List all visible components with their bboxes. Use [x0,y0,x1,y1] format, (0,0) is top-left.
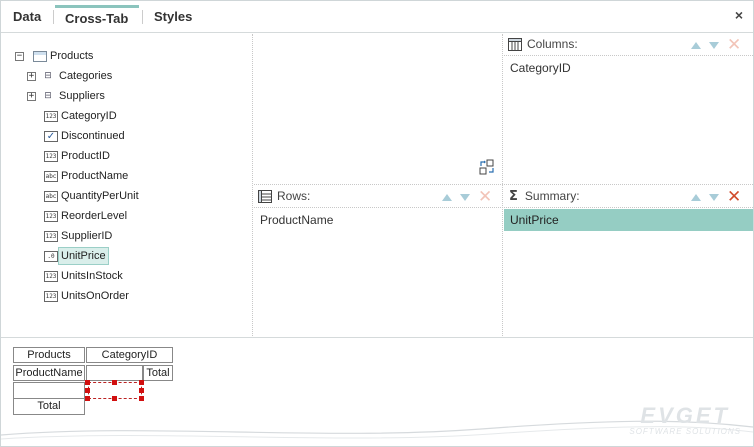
panel-divider [254,184,753,185]
rows-panel-tools: ✕ [442,189,492,206]
move-up-icon[interactable] [691,41,701,49]
tree-field-discontinued[interactable]: ✓ Discontinued [44,128,125,144]
numeric-field-icon: 123 [44,150,58,162]
move-down-icon[interactable] [709,193,719,201]
string-field-icon: abc [44,190,58,202]
tree-field-label: UnitsOnOrder [61,290,129,302]
columns-icon [508,37,522,51]
tree-field-label: SupplierID [61,230,113,242]
numeric-field-icon: 123 [44,270,58,282]
watermark-logo: EVGET SOFTWARE SOLUTIONS [629,403,741,437]
resize-handle[interactable] [139,380,144,385]
preview-row-header-cell[interactable]: ProductName [13,365,85,381]
delete-icon[interactable]: ✕ [727,189,741,206]
summary-panel-title: Summary: [524,189,580,203]
tree-field-label: ReorderLevel [61,210,128,222]
move-down-icon[interactable] [460,193,470,201]
table-icon [33,50,47,62]
numeric-field-icon: 123 [44,110,58,122]
tree-field-categoryid[interactable]: 123 CategoryID [44,108,117,124]
summary-panel-header: Σ Summary: [509,185,580,207]
summary-panel-tools: ✕ [691,189,741,206]
tree-field-label: ProductName [61,170,129,182]
rows-icon [258,189,272,203]
sigma-icon: Σ [509,188,518,204]
resize-handle[interactable] [112,396,117,401]
tab-data[interactable]: Data [3,5,51,29]
resize-handle[interactable] [112,380,117,385]
tree-node-products[interactable]: − Products [15,48,93,64]
tree-field-unitsonorder[interactable]: 123 UnitsOnOrder [44,288,129,304]
string-field-icon: abc [44,170,58,182]
preview-header-cell[interactable]: Products [13,347,85,363]
tree-field-productname[interactable]: abc ProductName [44,168,128,184]
tree-field-unitsinstock[interactable]: 123 UnitsInStock [44,268,123,284]
expand-icon[interactable]: + [27,91,36,101]
move-up-icon[interactable] [691,193,701,201]
resize-handle[interactable] [85,380,90,385]
tree-field-label: UnitsInStock [61,270,123,282]
tree-node-label: Categories [59,70,113,82]
tree-node-label: Suppliers [59,90,105,102]
tree-field-unitprice[interactable]: .0 UnitPrice [44,247,109,265]
rows-panel-title: Rows: [277,189,311,203]
move-down-icon[interactable] [709,41,719,49]
tab-bar: Data Cross-Tab Styles × [1,1,753,33]
decimal-field-icon: .0 [44,250,58,262]
resize-handle[interactable] [139,396,144,401]
close-icon[interactable]: × [735,7,743,23]
tree-field-label: ProductID [61,150,110,162]
panel-divider [504,55,753,56]
tab-styles[interactable]: Styles [144,5,202,29]
tree-field-quantityperunit[interactable]: abc QuantityPerUnit [44,188,139,204]
columns-panel-title: Columns: [527,37,578,51]
tree-node-categories[interactable]: + ⊟ Categories [27,68,112,84]
collapse-icon[interactable]: − [15,51,24,61]
delete-icon[interactable]: ✕ [478,189,492,206]
boolean-field-icon: ✓ [44,130,58,142]
rows-panel-header: Rows: [258,185,310,207]
resize-handle[interactable] [85,396,90,401]
preview-row-cell[interactable] [13,382,85,399]
summary-item[interactable]: UnitPrice [504,209,753,231]
swap-icon[interactable] [478,159,496,175]
tree-field-productid[interactable]: 123 ProductID [44,148,110,164]
delete-icon[interactable]: ✕ [727,37,741,54]
move-up-icon[interactable] [442,193,452,201]
relation-icon: ⊟ [40,90,56,102]
columns-item[interactable]: CategoryID [504,57,753,79]
tree-node-suppliers[interactable]: + ⊟ Suppliers [27,88,105,104]
expand-icon[interactable]: + [27,71,36,81]
tree-field-supplierid[interactable]: 123 SupplierID [44,228,112,244]
preview-column-header-cell[interactable]: CategoryID [86,347,173,363]
tab-cross-tab[interactable]: Cross-Tab [55,5,139,29]
preview-column-total-cell[interactable]: Total [143,365,173,381]
resize-handle[interactable] [139,388,144,393]
panel-divider [254,207,753,208]
tab-separator [142,10,143,24]
columns-panel-tools: ✕ [691,37,741,54]
tree-field-label: UnitPrice [58,247,109,265]
numeric-field-icon: 123 [44,210,58,222]
tree-field-label: Discontinued [61,130,125,142]
columns-panel-header: Columns: [508,33,578,55]
panel-divider [502,34,503,336]
watermark-subtext: SOFTWARE SOLUTIONS [629,427,741,436]
numeric-field-icon: 123 [44,290,58,302]
cross-tab-editor: Data Cross-Tab Styles × − Products + ⊟ C… [0,0,754,447]
rows-item[interactable]: ProductName [254,209,502,231]
resize-handle[interactable] [85,388,90,393]
tree-field-label: CategoryID [61,110,117,122]
relation-icon: ⊟ [40,70,56,82]
tree-field-label: QuantityPerUnit [61,190,139,202]
tree-field-reorderlevel[interactable]: 123 ReorderLevel [44,208,127,224]
numeric-field-icon: 123 [44,230,58,242]
tree-node-label: Products [50,50,94,62]
preview-empty-cell[interactable] [86,365,143,381]
datasource-tree: − Products + ⊟ Categories + ⊟ Suppliers … [1,34,253,336]
tab-separator [53,10,54,24]
watermark-text: EVGET [640,403,730,428]
